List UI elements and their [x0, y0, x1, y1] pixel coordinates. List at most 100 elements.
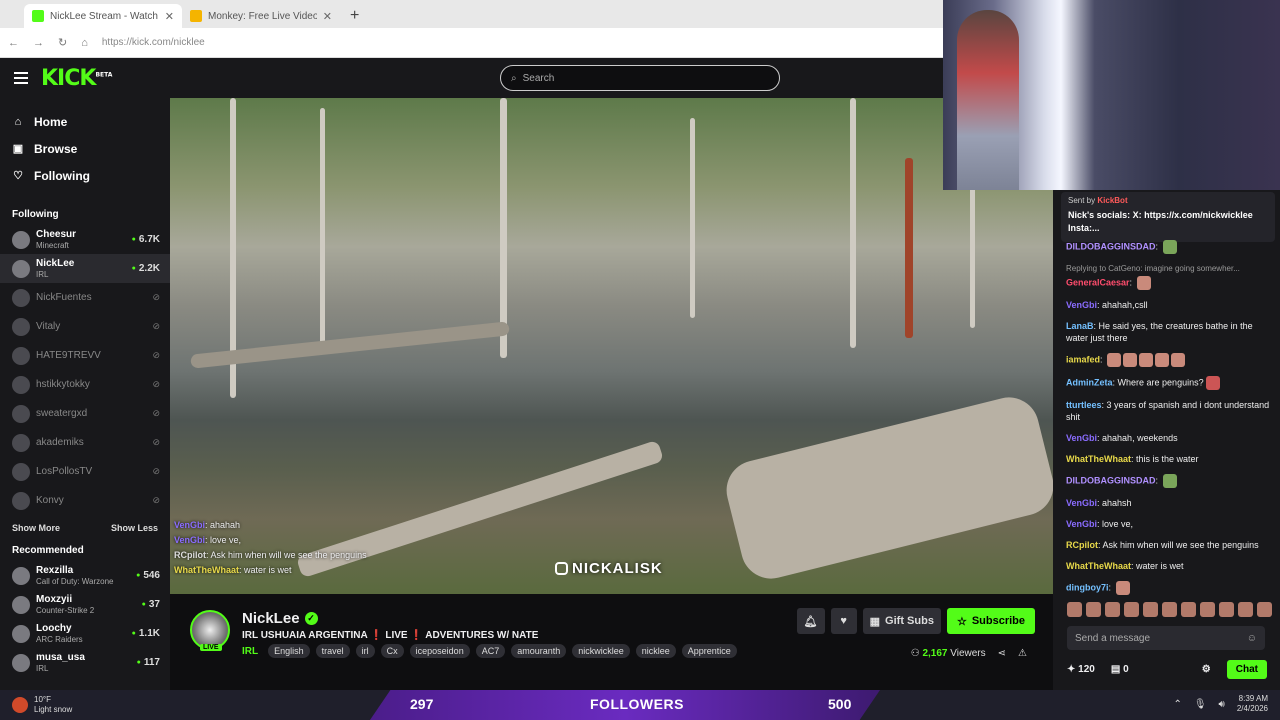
overlay-chat-line: VenGbi: love ve,: [174, 535, 242, 545]
subscribe-button[interactable]: ☆ Subscribe: [946, 608, 1035, 634]
tag-pill[interactable]: Apprentice: [681, 644, 737, 658]
channel-item[interactable]: sweatergxd ⊘: [0, 399, 170, 428]
chat-message[interactable]: LanaB: He said yes, the creatures bathe …: [1066, 320, 1274, 344]
avatar: [12, 433, 30, 452]
category-link[interactable]: IRL: [242, 646, 258, 657]
avatar: [12, 595, 30, 614]
stream-info-bar: LIVE NickLee ✓ IRL USHUAIA ARGENTINA ❗ L…: [170, 594, 1053, 690]
channel-item[interactable]: hstikkytokky ⊘: [0, 370, 170, 399]
search-input[interactable]: ⌕ Search: [500, 65, 780, 91]
emote-icon: [1205, 376, 1220, 390]
offline-icon: ⊘: [152, 437, 160, 447]
emote-icon: [1162, 240, 1177, 254]
emoji-icon[interactable]: ☺: [1247, 633, 1257, 644]
reload-icon[interactable]: ↻: [58, 36, 67, 49]
home-icon[interactable]: ⌂: [81, 37, 88, 49]
verified-icon: ✓: [304, 612, 318, 625]
forward-icon[interactable]: →: [33, 37, 44, 49]
emote-icon: [1115, 581, 1130, 595]
live-badge: LIVE: [200, 644, 222, 651]
nav-following[interactable]: ♡ Following: [0, 162, 170, 189]
back-icon[interactable]: ←: [8, 37, 19, 49]
tab-favicon-icon: [190, 10, 202, 22]
chat-message[interactable]: tturtlees: 3 years of spanish and i dont…: [1066, 399, 1274, 423]
channel-points[interactable]: ✦ 120: [1067, 664, 1095, 675]
browser-tab[interactable]: NickLee Stream - Watch Li ✕: [24, 4, 182, 28]
offline-icon: ⊘: [152, 408, 160, 418]
tag-pill[interactable]: amouranth: [511, 644, 567, 658]
chat-message[interactable]: VenGbi: ahahah, weekends: [1066, 432, 1274, 444]
emote-bar[interactable]: [1067, 602, 1272, 617]
settings-icon[interactable]: ⚙: [1202, 664, 1211, 675]
menu-icon[interactable]: [14, 72, 28, 84]
emote-icon: [1107, 353, 1122, 367]
chevron-up-icon[interactable]: ⌃: [1173, 699, 1181, 710]
weather-widget[interactable]: 10°F Light snow: [0, 695, 72, 715]
recommended-section-title: Recommended: [12, 545, 84, 556]
channel-item[interactable]: NickLeeIRL2.2K: [0, 254, 170, 283]
channel-item[interactable]: LosPollosTV ⊘: [0, 457, 170, 486]
chat-message[interactable]: VenGbi: ahahah,csll: [1066, 299, 1274, 311]
tag-pill[interactable]: AC7: [475, 644, 506, 658]
chat-message[interactable]: dingboy7i:: [1066, 581, 1274, 595]
close-tab-icon[interactable]: ✕: [165, 10, 174, 23]
tag-pill[interactable]: English: [268, 644, 310, 658]
chat-message[interactable]: AdminZeta: Where are penguins?: [1066, 376, 1274, 390]
nav-browse[interactable]: ▣ Browse: [0, 135, 170, 162]
chat-message[interactable]: DILDOBAGGINSDAD:: [1066, 240, 1274, 254]
notification-bell-button[interactable]: 🔔︎: [796, 608, 825, 634]
streamer-name[interactable]: NickLee ✓: [242, 610, 318, 627]
channel-item[interactable]: CheesurMinecraft6.7K: [0, 225, 170, 254]
kick-logo[interactable]: KICKBETA: [41, 66, 112, 91]
channel-item[interactable]: NickFuentes ⊘: [0, 283, 170, 312]
mic-icon[interactable]: 🎙︎: [1194, 699, 1207, 710]
follow-heart-button[interactable]: ♥: [830, 608, 857, 634]
overlay-chat-line: WhatTheWhaat: water is wet: [174, 565, 292, 575]
channel-item[interactable]: LoochyARC Raiders1.1K: [0, 619, 170, 648]
volume-icon[interactable]: 🔊︎: [1219, 699, 1225, 710]
viewer-count: 2.2K: [132, 263, 160, 274]
url-field[interactable]: https://kick.com/nicklee: [102, 37, 205, 48]
video-player[interactable]: VenGbi: ahahah VenGbi: love ve, RCpilot: A…: [170, 98, 1053, 594]
channel-item[interactable]: musa_usaIRL117: [0, 648, 170, 677]
channel-item[interactable]: HATE9TREVV ⊘: [0, 341, 170, 370]
channel-item[interactable]: Vitaly ⊘: [0, 312, 170, 341]
pinned-message[interactable]: Sent by KickBot Nick's socials: X: https…: [1061, 192, 1275, 242]
close-tab-icon[interactable]: ✕: [323, 10, 332, 23]
tag-pill[interactable]: nicklee: [635, 644, 676, 658]
report-icon[interactable]: ⚠: [1018, 648, 1027, 659]
following-section-title: Following: [12, 209, 59, 220]
gift-subs-button[interactable]: ▦ Gift Subs: [862, 608, 941, 634]
tag-list: IRL English travel irl Cx iceposeidon AC7 amou…: [242, 644, 737, 658]
clock[interactable]: 8:39 AM 2/4/2026: [1237, 694, 1268, 714]
channel-item[interactable]: MoxzyiiCounter-Strike 237: [0, 590, 170, 619]
chat-input[interactable]: Send a message ☺: [1067, 626, 1265, 650]
nav-home[interactable]: ⌂ Home: [0, 108, 170, 135]
channel-item[interactable]: akademiks ⊘: [0, 428, 170, 457]
chat-message[interactable]: GeneralCaesar:: [1066, 276, 1274, 290]
tag-pill[interactable]: nickwicklee: [572, 644, 630, 658]
chat-message[interactable]: VenGbi: love ve,: [1066, 518, 1274, 530]
tag-pill[interactable]: travel: [315, 644, 350, 658]
channel-item[interactable]: RexzillaCall of Duty: Warzone546: [0, 561, 170, 590]
emote-icon: [1123, 353, 1138, 367]
chat-message[interactable]: VenGbi: ahahsh: [1066, 497, 1274, 509]
extra-counter[interactable]: ▤ 0: [1111, 664, 1129, 675]
channel-item[interactable]: Konvy ⊘: [0, 486, 170, 515]
chat-message[interactable]: WhatTheWhaat: water is wet: [1066, 560, 1274, 572]
chat-message[interactable]: WhatTheWhaat: this is the water: [1066, 453, 1274, 465]
browser-tab[interactable]: Monkey: Free Live Video Chat✕: [182, 4, 340, 28]
chat-send-button[interactable]: Chat: [1226, 659, 1267, 679]
tag-pill[interactable]: irl: [355, 644, 375, 658]
chat-message[interactable]: RCpilot: Ask him when will we see the pe…: [1066, 539, 1274, 551]
tag-pill[interactable]: Cx: [380, 644, 404, 658]
chat-message[interactable]: iamafed:: [1066, 353, 1274, 367]
new-tab-button[interactable]: +: [340, 4, 369, 28]
share-icon[interactable]: ⋖: [998, 648, 1006, 659]
tab-favicon-icon: [32, 10, 44, 22]
chat-message[interactable]: DILDOBAGGINSDAD:: [1066, 474, 1274, 488]
system-tray: ⌃ 🎙︎ 🔊︎ 8:39 AM 2/4/2026: [1173, 694, 1268, 714]
show-more-button[interactable]: Show More: [12, 523, 60, 533]
show-less-button[interactable]: Show Less: [111, 523, 158, 533]
tag-pill[interactable]: iceposeidon: [409, 644, 470, 658]
